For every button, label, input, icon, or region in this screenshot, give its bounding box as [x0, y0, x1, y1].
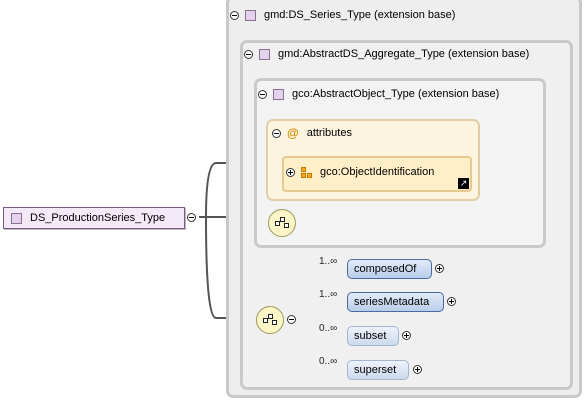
attribute-group-row: gco:ObjectIdentification [286, 164, 434, 180]
element-label: composedOf [354, 263, 417, 275]
collapse-icon[interactable] [258, 89, 267, 99]
extension-label: gmd:AbstractDS_Aggregate_Type (extension… [278, 48, 530, 60]
attributes-header[interactable]: @ attributes [272, 125, 352, 141]
at-icon: @ [287, 126, 299, 140]
complex-type-icon [273, 88, 284, 100]
sequence-icon [263, 314, 277, 326]
element-label: superset [354, 364, 397, 376]
expand-icon[interactable] [286, 167, 295, 177]
extension-header-abstract-object[interactable]: gco:AbstractObject_Type (extension base) [258, 86, 499, 102]
extension-label: gco:AbstractObject_Type (extension base) [292, 88, 500, 100]
sequence-icon [275, 217, 289, 229]
complex-type-icon [259, 48, 270, 60]
root-type-label: DS_ProductionSeries_Type [30, 212, 166, 224]
expand-icon[interactable] [402, 331, 411, 340]
expand-icon[interactable] [413, 365, 422, 374]
element-composedof[interactable]: composedOf [347, 259, 432, 279]
sequence-compositor[interactable] [256, 306, 284, 334]
cardinality-label: 0..∞ [319, 356, 338, 367]
root-type-box[interactable]: DS_ProductionSeries_Type [3, 207, 185, 229]
element-label: subset [354, 330, 387, 342]
attribute-group-icon [301, 166, 312, 178]
extension-header-ds-series[interactable]: gmd:DS_Series_Type (extension base) [230, 7, 455, 23]
element-label: seriesMetadata [354, 296, 430, 308]
attributes-label: attributes [306, 127, 352, 139]
collapse-icon[interactable] [244, 49, 253, 59]
element-superset[interactable]: superset [347, 360, 409, 380]
cardinality-label: 1..∞ [319, 256, 338, 267]
extension-label: gmd:DS_Series_Type (extension base) [264, 9, 456, 21]
element-seriesmetadata[interactable]: seriesMetadata [347, 292, 444, 312]
collapse-icon[interactable] [187, 213, 196, 222]
collapse-icon[interactable] [230, 10, 239, 20]
cardinality-label: 1..∞ [319, 289, 338, 300]
extension-header-abstract-aggregate[interactable]: gmd:AbstractDS_Aggregate_Type (extension… [244, 46, 529, 62]
sequence-compositor-empty[interactable] [268, 209, 296, 237]
expand-icon[interactable] [435, 264, 444, 273]
complex-type-icon [11, 212, 22, 224]
expand-icon[interactable] [447, 297, 456, 306]
cardinality-label: 0..∞ [319, 323, 338, 334]
collapse-icon[interactable] [287, 315, 296, 324]
collapse-icon[interactable] [272, 128, 281, 138]
reference-arrow-icon[interactable]: ↗ [458, 178, 469, 189]
element-subset[interactable]: subset [347, 326, 399, 346]
complex-type-icon [245, 9, 256, 21]
attribute-group-label: gco:ObjectIdentification [320, 166, 435, 178]
